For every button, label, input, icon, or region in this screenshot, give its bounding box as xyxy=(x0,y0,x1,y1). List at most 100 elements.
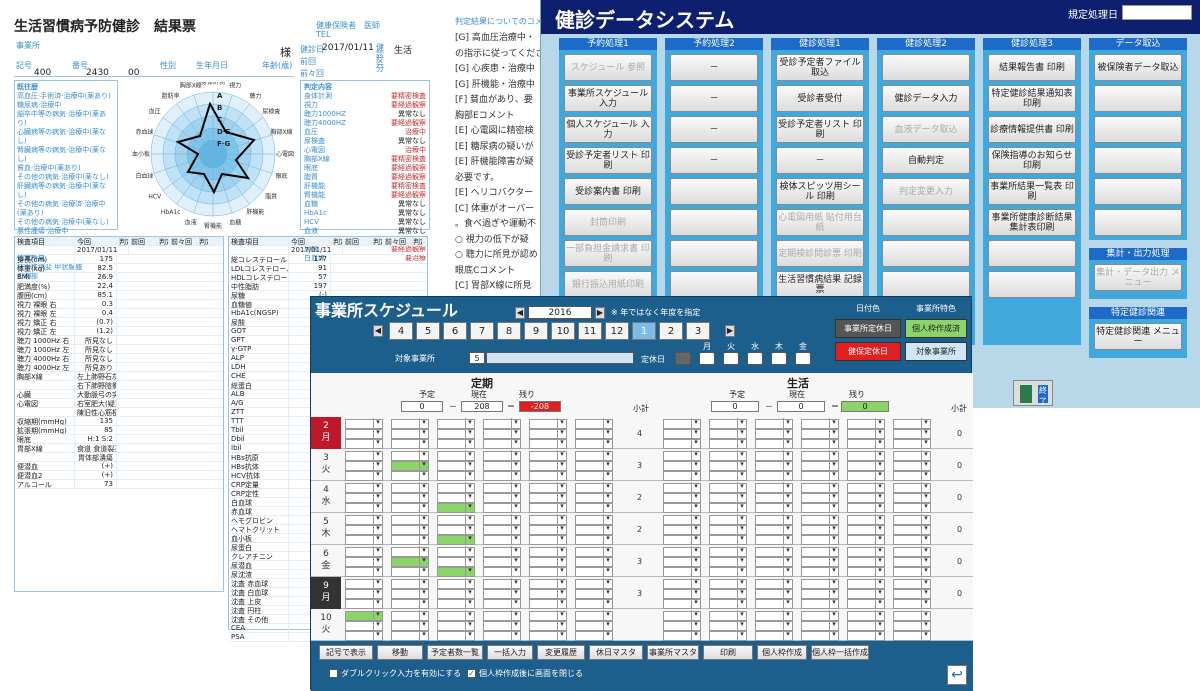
schedule-cell-dropdown[interactable] xyxy=(755,534,793,545)
schedule-cell-dropdown[interactable] xyxy=(893,534,931,545)
close-after-create-checkbox-box[interactable]: ✓ xyxy=(467,669,476,678)
month-tab[interactable]: 9 xyxy=(524,322,548,340)
menu-button[interactable] xyxy=(670,271,758,298)
schedule-cell-dropdown[interactable] xyxy=(755,502,793,513)
schedule-cell-dropdown[interactable] xyxy=(709,502,747,513)
menu-button[interactable] xyxy=(1094,85,1182,112)
menu-button[interactable]: 結果報告書 印刷 xyxy=(988,54,1076,81)
schedule-cell-dropdown[interactable] xyxy=(709,438,747,449)
menu-button[interactable]: 自動判定 xyxy=(882,147,970,174)
menu-button[interactable] xyxy=(670,178,758,205)
schedule-cell-dropdown[interactable] xyxy=(575,502,613,513)
year-prev-button[interactable]: ◀ xyxy=(515,307,525,319)
schedule-cell-dropdown[interactable] xyxy=(391,566,429,577)
schedule-cell-dropdown[interactable] xyxy=(345,566,383,577)
month-tab[interactable]: 5 xyxy=(416,322,440,340)
schedule-cell-dropdown[interactable] xyxy=(709,566,747,577)
schedule-cell-dropdown[interactable] xyxy=(709,470,747,481)
schedule-cell-dropdown[interactable] xyxy=(345,470,383,481)
schedule-cell-dropdown[interactable] xyxy=(893,598,931,609)
menu-button[interactable]: 健診データ入力 xyxy=(882,85,970,112)
menu-button[interactable]: 定期検診問診票 印刷 xyxy=(776,240,864,267)
month-tab[interactable]: 10 xyxy=(551,322,575,340)
schedule-cell-dropdown[interactable] xyxy=(801,470,839,481)
dow-checkbox[interactable] xyxy=(771,352,787,365)
month-tab[interactable]: 3 xyxy=(686,322,710,340)
dow-checkbox[interactable] xyxy=(795,352,811,365)
menu-button[interactable] xyxy=(1094,116,1182,143)
menu-button[interactable]: 事業所スケジュール 入力 xyxy=(564,85,652,112)
dblclick-checkbox[interactable]: ダブルクリック入力を有効にする xyxy=(329,668,461,679)
schedule-cell-dropdown[interactable] xyxy=(437,470,475,481)
menu-button[interactable]: 心電図用紙 貼付用台紙 xyxy=(776,209,864,236)
menu-button[interactable] xyxy=(988,240,1076,267)
menu-button[interactable]: 検体スピッツ用シール 印刷 xyxy=(776,178,864,205)
schedule-cell-dropdown[interactable] xyxy=(847,630,885,641)
schedule-cell-dropdown[interactable] xyxy=(755,598,793,609)
close-after-create-checkbox[interactable]: ✓ 個人枠作成後に画面を閉じる xyxy=(467,668,583,679)
schedule-cell-dropdown[interactable] xyxy=(575,470,613,481)
schedule-cell-dropdown[interactable] xyxy=(663,566,701,577)
menu-button[interactable]: 個人スケジュール 入力 xyxy=(564,116,652,143)
menu-button[interactable]: － xyxy=(670,147,758,174)
schedule-cell-dropdown[interactable] xyxy=(529,534,567,545)
schedule-cell-dropdown[interactable] xyxy=(575,598,613,609)
schedule-cell-dropdown[interactable] xyxy=(801,438,839,449)
menu-button[interactable]: 被保険者データ取込 xyxy=(1094,54,1182,81)
month-tab[interactable]: 11 xyxy=(578,322,602,340)
schedule-cell-dropdown[interactable] xyxy=(345,534,383,545)
menu-button[interactable] xyxy=(670,209,758,236)
month-tab[interactable]: 7 xyxy=(470,322,494,340)
year-next-button[interactable]: ▶ xyxy=(595,307,605,319)
schedule-cell-dropdown[interactable] xyxy=(529,630,567,641)
schedule-cell-dropdown[interactable] xyxy=(437,566,475,577)
schedule-cell-dropdown[interactable] xyxy=(345,630,383,641)
menu-button[interactable] xyxy=(670,240,758,267)
dow-checkbox[interactable] xyxy=(723,352,739,365)
schedule-cell-dropdown[interactable] xyxy=(847,566,885,577)
schedule-cell-dropdown[interactable] xyxy=(529,438,567,449)
menu-button[interactable]: 血液データ取込 xyxy=(882,116,970,143)
bottom-button[interactable]: 印刷 xyxy=(703,645,753,660)
menu-button[interactable] xyxy=(882,271,970,298)
schedule-cell-dropdown[interactable] xyxy=(709,534,747,545)
summary-output-menu-button[interactable]: 集計・データ出力 メニュー xyxy=(1094,264,1182,291)
schedule-cell-dropdown[interactable] xyxy=(755,438,793,449)
menu-button[interactable]: － xyxy=(670,85,758,112)
bottom-button[interactable]: 予定者数一覧 xyxy=(427,645,483,660)
menu-button[interactable]: － xyxy=(670,116,758,143)
month-prev-button[interactable]: ◀ xyxy=(373,325,383,337)
month-tab[interactable]: 4 xyxy=(389,322,413,340)
schedule-cell-dropdown[interactable] xyxy=(755,566,793,577)
menu-button[interactable]: 保険指導のお知らせ 印刷 xyxy=(988,147,1076,174)
schedule-cell-dropdown[interactable] xyxy=(483,630,521,641)
schedule-cell-dropdown[interactable] xyxy=(391,630,429,641)
menu-button[interactable] xyxy=(882,240,970,267)
menu-button[interactable]: 受診者受付 xyxy=(776,85,864,112)
schedule-cell-dropdown[interactable] xyxy=(575,566,613,577)
dblclick-checkbox-box[interactable] xyxy=(329,669,338,678)
dow-checkbox[interactable] xyxy=(747,352,763,365)
bottom-button[interactable]: 個人枠作成 xyxy=(757,645,807,660)
schedule-cell-dropdown[interactable] xyxy=(575,630,613,641)
schedule-cell-dropdown[interactable] xyxy=(847,534,885,545)
month-tab[interactable]: 12 xyxy=(605,322,629,340)
menu-button[interactable]: スケジュール 参照 xyxy=(564,54,652,81)
schedule-cell-dropdown[interactable] xyxy=(755,470,793,481)
schedule-cell-dropdown[interactable] xyxy=(391,470,429,481)
schedule-cell-dropdown[interactable] xyxy=(847,470,885,481)
menu-button[interactable] xyxy=(988,271,1076,298)
schedule-cell-dropdown[interactable] xyxy=(893,566,931,577)
schedule-cell-dropdown[interactable] xyxy=(345,598,383,609)
schedule-cell-dropdown[interactable] xyxy=(847,598,885,609)
schedule-cell-dropdown[interactable] xyxy=(575,438,613,449)
schedule-cell-dropdown[interactable] xyxy=(847,438,885,449)
schedule-cell-dropdown[interactable] xyxy=(529,598,567,609)
schedule-cell-dropdown[interactable] xyxy=(709,598,747,609)
month-tab[interactable]: 1 xyxy=(632,322,656,340)
schedule-cell-dropdown[interactable] xyxy=(437,438,475,449)
schedule-cell-dropdown[interactable] xyxy=(345,502,383,513)
dow-checkbox[interactable] xyxy=(699,352,715,365)
menu-button[interactable]: 一部負担金請求書 印刷 xyxy=(564,240,652,267)
schedule-cell-dropdown[interactable] xyxy=(345,438,383,449)
